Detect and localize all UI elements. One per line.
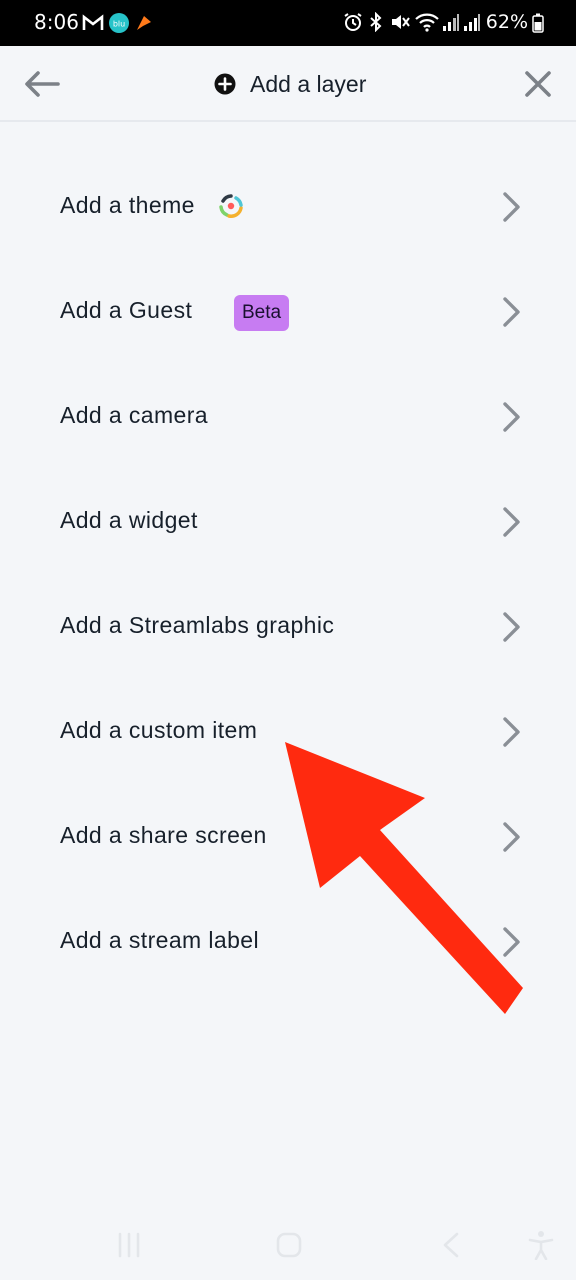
chevron-right-icon xyxy=(503,612,520,642)
menu-item-label: Add a custom item xyxy=(60,717,258,743)
blu-icon: blu xyxy=(109,13,129,33)
mute-icon xyxy=(392,15,410,29)
wifi-icon xyxy=(415,13,439,32)
plus-circle-icon xyxy=(214,73,236,95)
chevron-right-icon xyxy=(503,192,520,222)
back-arrow-icon[interactable] xyxy=(22,68,62,100)
menu-item-label: Add a widget xyxy=(60,507,198,533)
home-icon[interactable] xyxy=(276,1232,302,1258)
battery-icon xyxy=(532,13,544,33)
alarm-icon xyxy=(344,13,362,31)
header-title-group: Add a layer xyxy=(214,68,366,100)
navigation-bar xyxy=(0,1214,576,1280)
battery-percentage: 62% xyxy=(485,11,528,33)
menu-item-add-widget[interactable]: Add a widget xyxy=(0,469,576,574)
signal-icon xyxy=(464,14,480,31)
header: Add a layer xyxy=(0,46,576,122)
page-title: Add a layer xyxy=(250,70,367,97)
menu-item-label: Add a stream label xyxy=(60,927,259,953)
menu-item-label: Add a Guest xyxy=(60,297,193,323)
status-bar: 8:06 blu 62% xyxy=(0,0,576,46)
accessibility-icon[interactable] xyxy=(528,1230,554,1260)
menu-item-label: Add a share screen xyxy=(60,822,267,848)
beta-badge: Beta xyxy=(234,295,290,331)
menu-item-add-theme[interactable]: Add a theme xyxy=(0,154,576,259)
chevron-right-icon xyxy=(503,507,520,537)
menu-item-add-camera[interactable]: Add a camera xyxy=(0,364,576,469)
back-icon[interactable] xyxy=(440,1232,462,1258)
menu-item-add-streamlabs-graphic[interactable]: Add a Streamlabs graphic xyxy=(0,574,576,679)
chevron-right-icon xyxy=(503,402,520,432)
signal-icon xyxy=(443,14,459,31)
chevron-right-icon xyxy=(503,297,520,327)
svg-text:blu: blu xyxy=(113,20,125,29)
theme-spinner-icon xyxy=(219,194,243,218)
gmail-icon xyxy=(82,14,104,30)
status-time: 8:06 xyxy=(34,10,79,34)
menu-item-label: Add a camera xyxy=(60,402,208,428)
close-icon[interactable] xyxy=(522,68,554,100)
menu-item-label: Add a theme xyxy=(60,192,195,218)
menu-item-label: Add a Streamlabs graphic xyxy=(60,612,335,638)
menu-item-add-guest[interactable]: Add a Guest Beta xyxy=(0,259,576,364)
annotation-arrow-icon xyxy=(285,742,523,1014)
bluetooth-icon xyxy=(370,12,382,32)
recent-apps-icon[interactable] xyxy=(116,1232,142,1258)
app-icon xyxy=(137,16,151,30)
